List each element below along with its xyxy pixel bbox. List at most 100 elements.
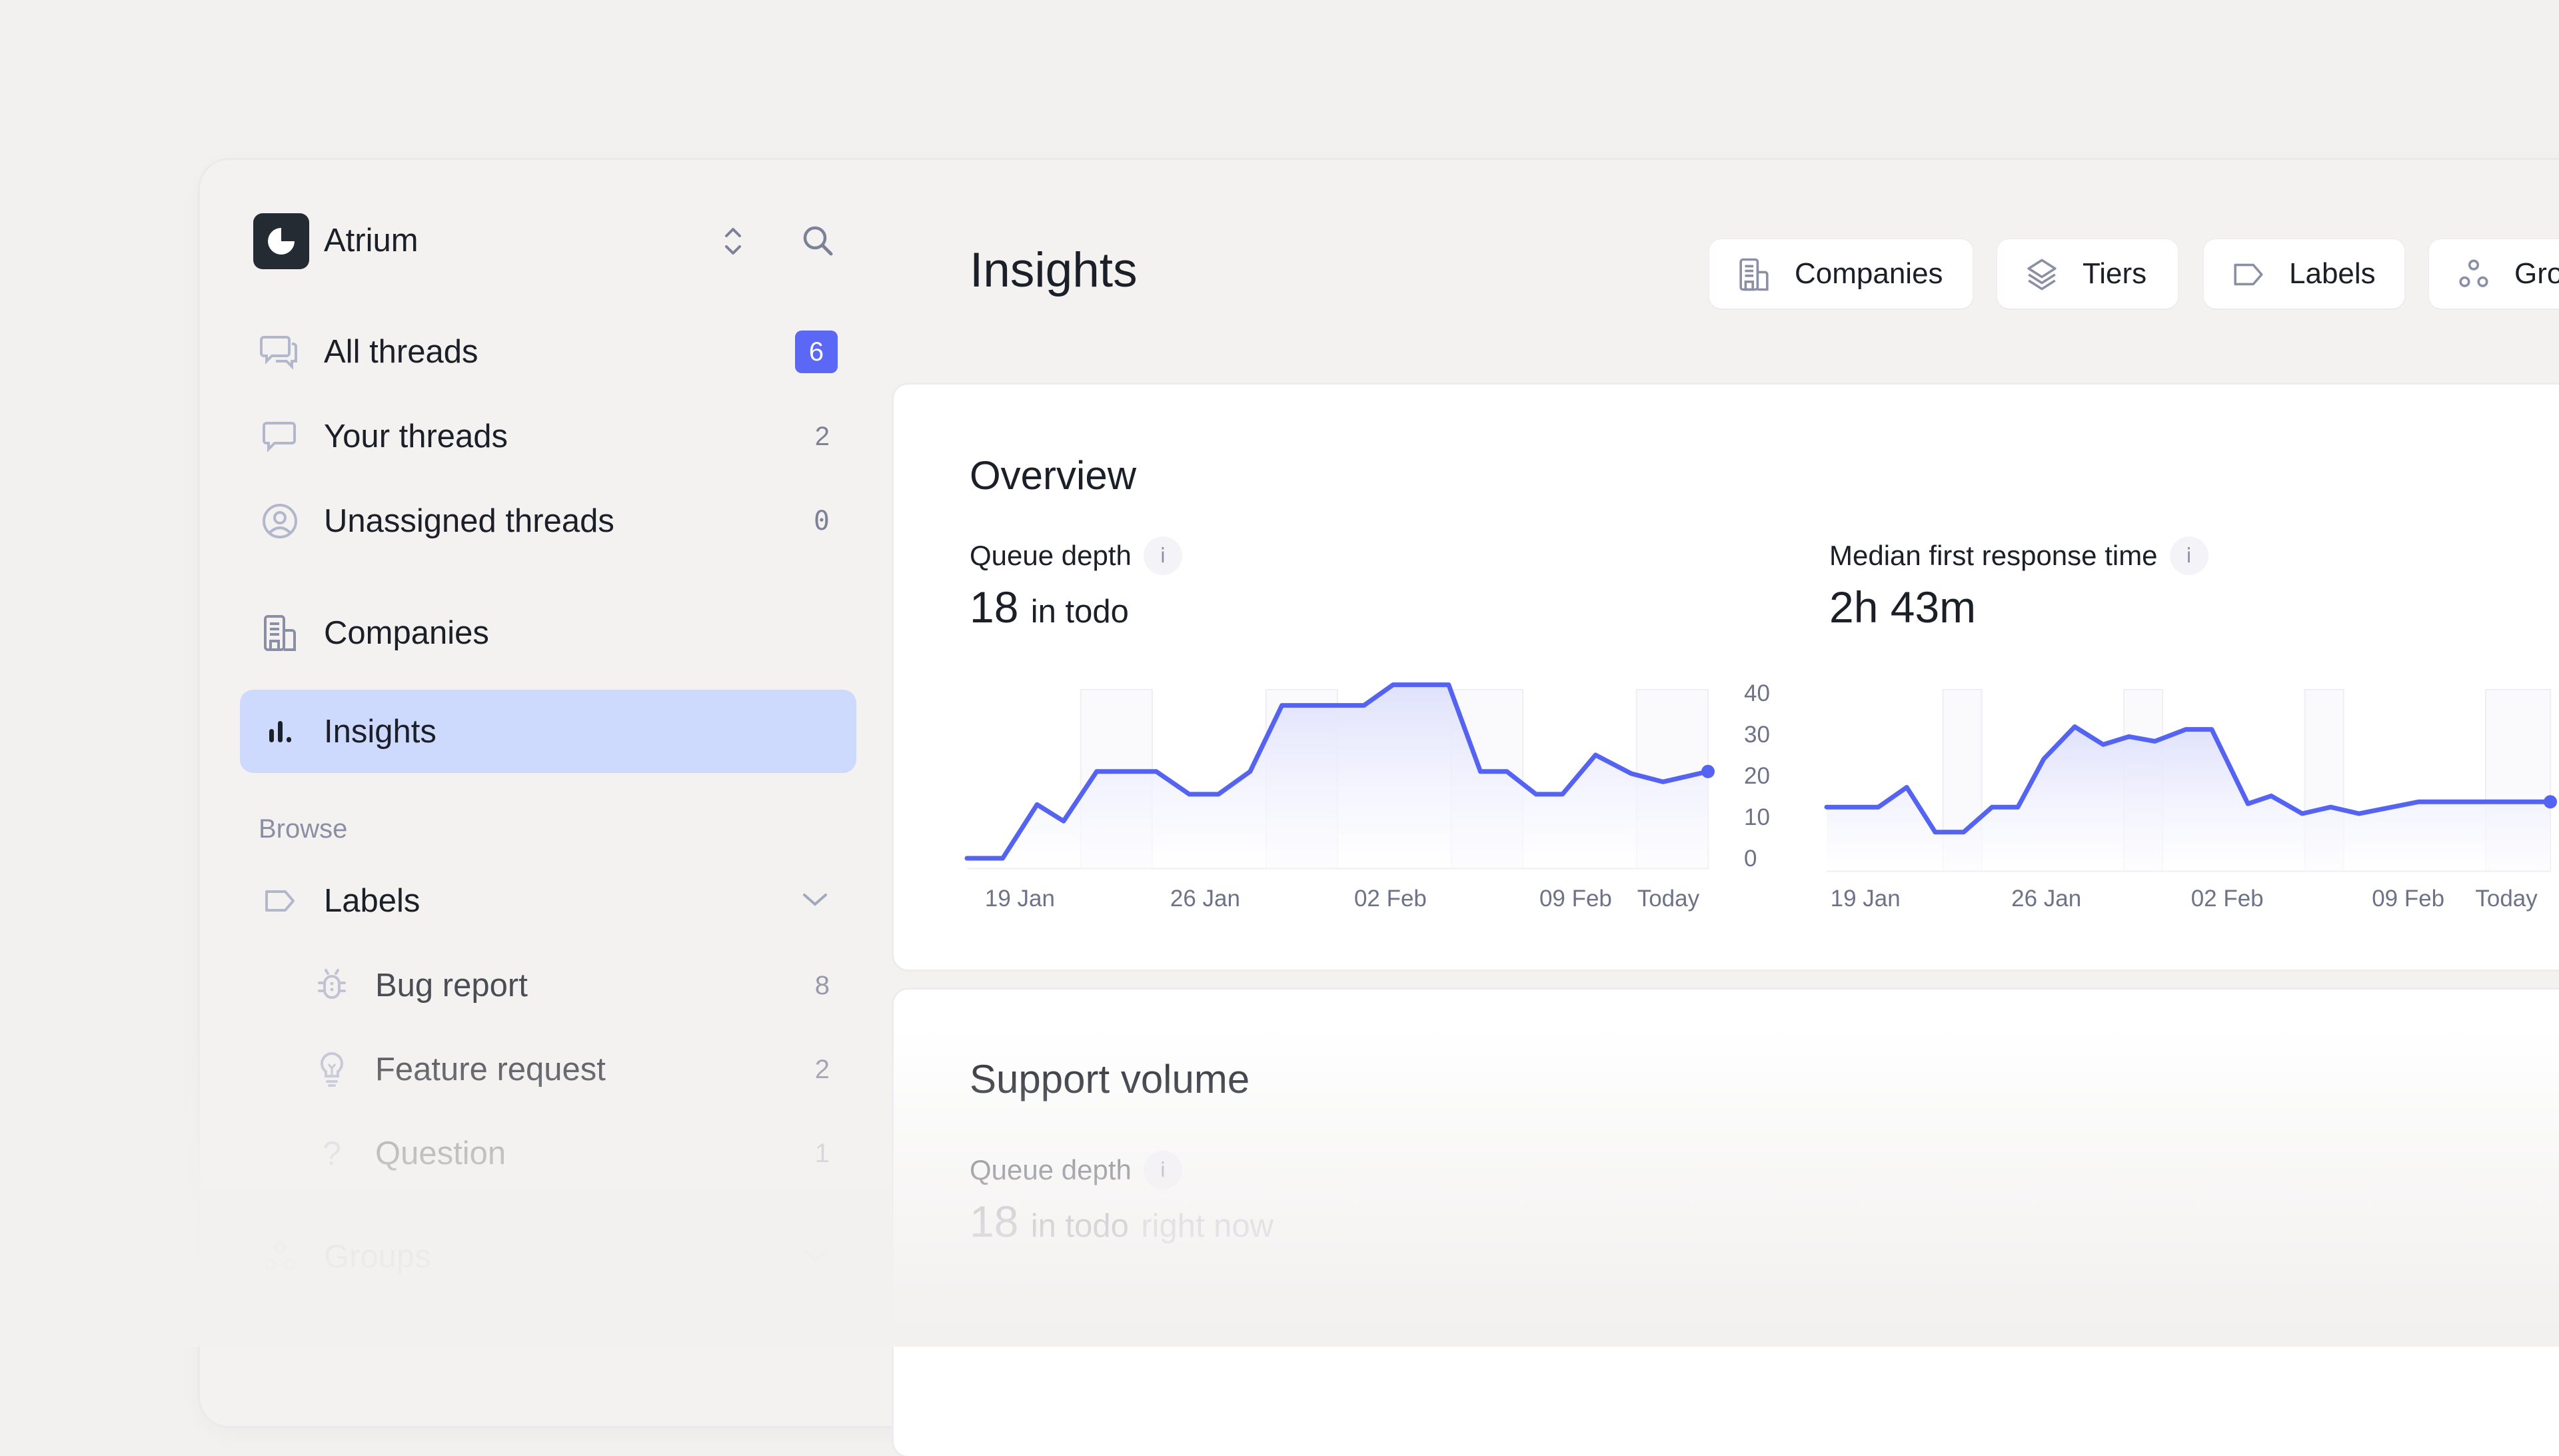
- chevron-up-down-icon: [720, 221, 746, 261]
- sidebar-item-label: Feature request: [375, 1050, 606, 1090]
- chat-bubbles-icon: [260, 332, 300, 372]
- search-icon: [800, 223, 837, 260]
- metric-label-text: Median first response time: [1829, 540, 2158, 572]
- sidebar-label-question[interactable]: ? Question 1: [240, 1117, 856, 1190]
- x-tick-label: 09 Feb: [1539, 886, 1612, 912]
- metric-unit: in todo: [1031, 1208, 1129, 1244]
- filter-companies-button[interactable]: Companies: [1709, 239, 1973, 309]
- support-queue-depth-label: Queue depth i: [970, 1151, 1182, 1189]
- tag-icon: [2230, 257, 2266, 293]
- question-icon: ?: [312, 1133, 352, 1173]
- bug-icon: [312, 966, 352, 1006]
- filter-label: Labels: [2289, 257, 2376, 291]
- filter-label: Tiers: [2083, 257, 2146, 291]
- label-count: 8: [815, 971, 830, 1001]
- sidebar-item-unassigned-threads[interactable]: Unassigned threads 0: [240, 484, 856, 558]
- filter-groups-button[interactable]: Groups: [2429, 239, 2559, 309]
- thread-count: 0: [814, 506, 830, 536]
- overview-title: Overview: [970, 452, 1136, 498]
- sidebar-group-groups[interactable]: Groups: [240, 1220, 856, 1293]
- metric-label-text: Queue depth: [970, 540, 1132, 572]
- x-tick-label: 26 Jan: [2011, 886, 2081, 912]
- x-tick-label: 26 Jan: [1170, 886, 1240, 912]
- x-tick-label: 19 Jan: [985, 886, 1055, 912]
- support-queue-depth-value: 18 in todo right now: [970, 1196, 1274, 1247]
- sidebar-item-all-threads[interactable]: All threads 6: [240, 315, 856, 388]
- building-icon: [260, 613, 300, 653]
- sidebar-item-label: Groups: [324, 1237, 431, 1277]
- filter-label: Companies: [1795, 257, 1943, 291]
- building-icon: [1736, 257, 1772, 293]
- sidebar-item-label: Your threads: [324, 416, 508, 456]
- info-icon[interactable]: i: [1144, 536, 1182, 575]
- y-tick-label: 30: [1744, 722, 1770, 748]
- sidebar-label-feature-request[interactable]: Feature request 2: [240, 1033, 856, 1106]
- label-count: 2: [815, 1055, 830, 1085]
- queue-depth-label: Queue depth i: [970, 536, 1182, 575]
- filter-tiers-button[interactable]: Tiers: [1997, 239, 2178, 309]
- median-response-label: Median first response time i: [1829, 536, 2208, 575]
- y-tick-label: 20: [1744, 763, 1770, 789]
- unread-count-badge: 6: [795, 331, 838, 373]
- filter-label: Groups: [2514, 257, 2559, 291]
- bar-chart-icon: [260, 712, 300, 752]
- chat-bubble-icon: [260, 416, 300, 456]
- x-tick-label: 09 Feb: [2372, 886, 2444, 912]
- chevron-down-icon[interactable]: [800, 1245, 830, 1269]
- sidebar-item-label: Labels: [324, 881, 420, 921]
- browse-section-label: Browse: [259, 814, 347, 844]
- queue-depth-value: 18 in todo: [970, 582, 1129, 632]
- metric-suffix: right now: [1141, 1208, 1274, 1244]
- current-value-marker: [2544, 795, 2557, 808]
- workspace-switcher-button[interactable]: [713, 221, 753, 261]
- metric-label-text: Queue depth: [970, 1154, 1132, 1186]
- metric-number: 18: [970, 582, 1018, 632]
- metric-number: 18: [970, 1197, 1018, 1246]
- y-tick-label: 0: [1744, 846, 1757, 872]
- sidebar-label-bug-report[interactable]: Bug report 8: [240, 949, 856, 1022]
- support-volume-title: Support volume: [970, 1056, 1250, 1102]
- x-tick-label: 02 Feb: [1354, 886, 1427, 912]
- x-tick-label: Today: [2475, 886, 2538, 912]
- sidebar-item-insights[interactable]: Insights: [240, 690, 856, 773]
- info-icon[interactable]: i: [1144, 1151, 1182, 1189]
- sidebar-item-your-threads[interactable]: Your threads 2: [240, 400, 856, 473]
- queue-depth-area: [967, 685, 1708, 868]
- sidebar-item-companies[interactable]: Companies: [240, 596, 856, 670]
- x-tick-label: 19 Jan: [1831, 886, 1901, 912]
- current-value-marker: [1701, 765, 1715, 778]
- label-count: 1: [815, 1139, 830, 1169]
- y-tick-label: 40: [1744, 680, 1770, 706]
- filter-labels-button[interactable]: Labels: [2204, 239, 2404, 309]
- groups-icon: [260, 1237, 300, 1277]
- x-tick-label: Today: [1637, 886, 1700, 912]
- thread-count: 2: [815, 422, 830, 452]
- chevron-down-icon[interactable]: [800, 890, 830, 913]
- layers-icon: [2024, 257, 2060, 293]
- sidebar-item-label: Insights: [324, 712, 436, 752]
- groups-icon: [2456, 257, 2492, 293]
- sidebar-group-labels[interactable]: Labels: [240, 864, 856, 938]
- workspace-name[interactable]: Atrium: [324, 219, 419, 263]
- lightbulb-icon: [312, 1050, 352, 1090]
- median-response-chart: 19 Jan 26 Jan 02 Feb 09 Feb Today: [1819, 666, 2559, 926]
- support-volume-card: Support volume Queue depth i 18 in todo …: [894, 990, 2559, 1456]
- queue-depth-chart: 0 10 20 30 40 19 Jan 26 Jan 02 Feb 09 Feb Today: [960, 666, 1799, 926]
- sidebar-item-label: Unassigned threads: [324, 501, 614, 541]
- user-circle-icon: [260, 501, 300, 541]
- sidebar-item-label: Question: [375, 1133, 506, 1173]
- atrium-logo[interactable]: [253, 213, 309, 269]
- y-tick-label: 10: [1744, 804, 1770, 830]
- info-icon[interactable]: i: [2170, 536, 2208, 575]
- tag-icon: [260, 881, 300, 921]
- sidebar-item-label: Bug report: [375, 966, 528, 1006]
- page-title: Insights: [970, 240, 1138, 301]
- median-response-area: [1827, 727, 2550, 871]
- search-button[interactable]: [798, 221, 838, 261]
- sidebar-item-label: Companies: [324, 613, 489, 653]
- sidebar-item-label: All threads: [324, 332, 478, 372]
- metric-unit: in todo: [1031, 594, 1129, 630]
- x-tick-label: 02 Feb: [2191, 886, 2264, 912]
- median-response-value: 2h 43m: [1829, 582, 1976, 632]
- logo-mark-icon: [253, 213, 309, 269]
